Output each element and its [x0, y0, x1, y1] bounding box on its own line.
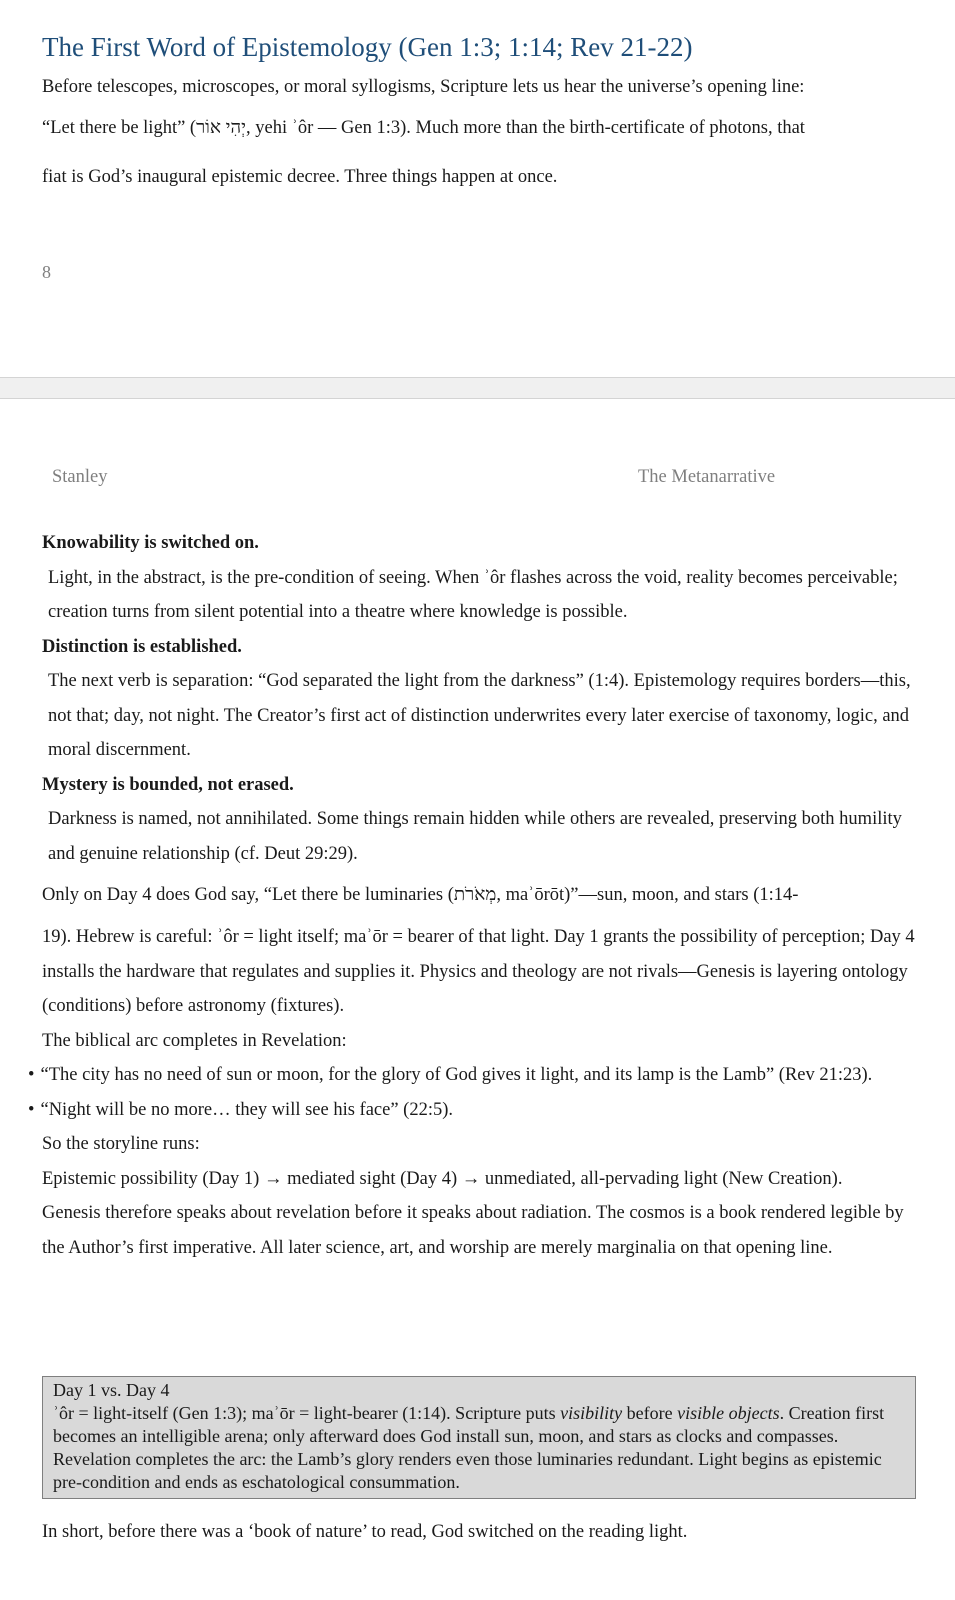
- sidebar-text-a: ʾôr = light-itself (Gen 1:3); maʾōr = li…: [53, 1403, 561, 1423]
- day4-continuation: 19). Hebrew is careful: ʾôr = light itse…: [42, 927, 915, 1016]
- closing-sentence: In short, before there was a ‘book of na…: [42, 1522, 688, 1542]
- bullet-dot: •: [28, 1065, 35, 1085]
- point-3-text: Darkness is named, not annihilated. Some…: [48, 809, 902, 864]
- intro-paragraph: Before telescopes, microscopes, or moral…: [42, 70, 912, 202]
- intro-line-2: “Let there be light” (יְהִי אוֹר, yehi ʾ…: [42, 118, 805, 138]
- point-3-title: Mystery is bounded, not erased.: [42, 774, 294, 795]
- running-header-title: The Metanarrative: [638, 467, 776, 487]
- day4-paragraph: Only on Day 4 does God say, “Let there b…: [42, 871, 922, 1024]
- bullet-text: “Night will be no more… they will see hi…: [40, 1099, 454, 1120]
- page-9-body: Knowability is switched on. Light, in th…: [28, 526, 922, 1265]
- point-2-title: Distinction is established.: [42, 636, 242, 657]
- running-header-author: Stanley: [52, 467, 108, 487]
- arc-intro: The biblical arc completes in Revelation…: [42, 1030, 347, 1051]
- storyline-intro: So the storyline runs:: [42, 1134, 200, 1154]
- page-number: 8: [42, 262, 51, 282]
- sidebar-box: Day 1 vs. Day 4 ʾôr = light-itself (Gen …: [42, 1376, 916, 1499]
- page-break: [0, 377, 955, 399]
- point-1-text: Light, in the abstract, is the pre-condi…: [48, 567, 898, 623]
- section-heading: The First Word of Epistemology (Gen 1:3;…: [42, 32, 693, 62]
- bullet-dot: •: [28, 1099, 35, 1120]
- point-2-text: The next verb is separation: “God separa…: [48, 671, 911, 760]
- sidebar-text: ʾôr = light-itself (Gen 1:3); maʾōr = li…: [53, 1402, 905, 1494]
- sidebar-emphasis-objects: visible objects: [677, 1403, 780, 1423]
- point-1-title: Knowability is switched on.: [42, 533, 259, 553]
- storyline: Epistemic possibility (Day 1) → mediated…: [42, 1168, 843, 1189]
- page-8: The First Word of Epistemology (Gen 1:3;…: [0, 0, 955, 376]
- bullet-item: • “Night will be no more… they will see h…: [28, 1093, 922, 1128]
- conclusion-paragraph: Genesis therefore speaks about revelatio…: [42, 1203, 904, 1258]
- bullet-text: “The city has no need of sun or moon, fo…: [40, 1065, 873, 1085]
- day4-first-line: Only on Day 4 does God say, “Let there b…: [42, 885, 799, 905]
- sidebar-emphasis-visibility: visibility: [560, 1403, 623, 1423]
- sidebar-title: Day 1 vs. Day 4: [53, 1380, 170, 1400]
- intro-line-3: fiat is God’s inaugural epistemic decree…: [42, 167, 558, 187]
- intro-line-1: Before telescopes, microscopes, or moral…: [42, 77, 805, 97]
- sidebar-text-b: before: [622, 1403, 678, 1423]
- bullet-item: • “The city has no need of sun or moon, f…: [28, 1058, 922, 1093]
